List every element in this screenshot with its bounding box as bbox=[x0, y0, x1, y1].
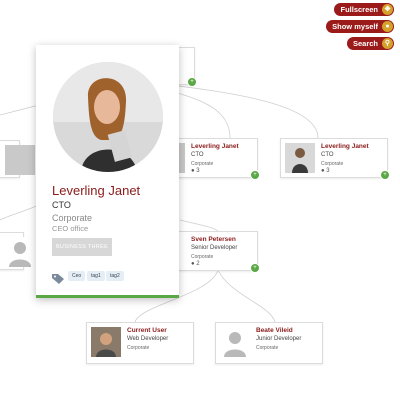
fullscreen-icon: ✥ bbox=[382, 4, 393, 15]
employee-office: CEO office bbox=[52, 224, 89, 233]
avatar bbox=[5, 145, 35, 175]
tag-tag2[interactable]: tag2 bbox=[106, 271, 124, 281]
tag-tag1[interactable]: tag1 bbox=[87, 271, 105, 281]
employee-title: CTO bbox=[52, 200, 71, 210]
subordinate-count: ● 3 bbox=[191, 168, 200, 174]
node-name: Leverling Janet bbox=[321, 143, 369, 150]
node-department: Corporate bbox=[256, 345, 279, 351]
node-title: CTO bbox=[191, 152, 204, 158]
tag-ceo[interactable]: Ceo bbox=[68, 271, 86, 281]
employee-name: Leverling Janet bbox=[52, 183, 141, 198]
org-node-current-user[interactable]: Current User Web Developer Corporate bbox=[86, 322, 194, 364]
fullscreen-button[interactable]: Fullscreen ✥ bbox=[334, 3, 394, 16]
employee-department: Corporate bbox=[52, 213, 93, 223]
node-name: Sven Petersen bbox=[191, 236, 236, 243]
node-name: Current User bbox=[127, 327, 167, 334]
count-value: 2 bbox=[196, 261, 200, 267]
node-department: Corporate bbox=[321, 161, 344, 167]
org-node-beate-vileid[interactable]: Beate Vileid Junior Developer Corporate bbox=[215, 322, 323, 364]
expand-icon[interactable]: + bbox=[250, 263, 260, 273]
node-title: CTO bbox=[321, 152, 334, 158]
org-node-partial-left-top[interactable] bbox=[0, 140, 35, 178]
show-myself-label: Show myself bbox=[332, 22, 378, 31]
org-node-partial-left-bottom[interactable] bbox=[0, 232, 35, 270]
node-name: Beate Vileid bbox=[256, 327, 293, 334]
user-icon: ● bbox=[191, 261, 195, 267]
user-icon: ● bbox=[382, 21, 393, 32]
search-button[interactable]: Search ⚲ bbox=[346, 37, 394, 50]
search-label: Search bbox=[352, 39, 378, 48]
node-department: Corporate bbox=[191, 254, 214, 260]
subordinate-count: ● 3 bbox=[321, 168, 330, 174]
avatar bbox=[91, 327, 121, 357]
node-name: Leverling Janet bbox=[191, 143, 239, 150]
employee-photo bbox=[53, 62, 163, 172]
node-title: Senior Developer bbox=[191, 245, 238, 251]
tag-icon bbox=[52, 271, 65, 289]
search-icon: ⚲ bbox=[382, 38, 393, 49]
subordinate-count: ● 2 bbox=[191, 261, 200, 267]
expand-icon[interactable]: + bbox=[380, 170, 390, 180]
employee-detail-card: Leverling Janet CTO Corporate CEO office… bbox=[36, 45, 179, 298]
user-icon: ● bbox=[321, 168, 325, 174]
node-department: Corporate bbox=[191, 161, 214, 167]
count-value: 3 bbox=[326, 168, 330, 174]
user-icon bbox=[5, 237, 35, 267]
expand-icon[interactable]: + bbox=[250, 170, 260, 180]
show-myself-button[interactable]: Show myself ● bbox=[326, 20, 394, 33]
fullscreen-label: Fullscreen bbox=[340, 5, 378, 14]
node-title: Junior Developer bbox=[256, 336, 302, 342]
org-node-leverling-janet-2[interactable]: Leverling Janet CTO Corporate ● 3 + bbox=[280, 138, 390, 180]
business-three-button[interactable]: BUSINESS THREE bbox=[52, 238, 112, 256]
count-value: 3 bbox=[196, 168, 200, 174]
user-icon: ● bbox=[191, 168, 195, 174]
node-title: Web Developer bbox=[127, 336, 169, 342]
node-department: Corporate bbox=[127, 345, 150, 351]
avatar bbox=[285, 143, 315, 173]
user-icon bbox=[220, 327, 250, 357]
expand-icon[interactable]: + bbox=[187, 77, 197, 87]
